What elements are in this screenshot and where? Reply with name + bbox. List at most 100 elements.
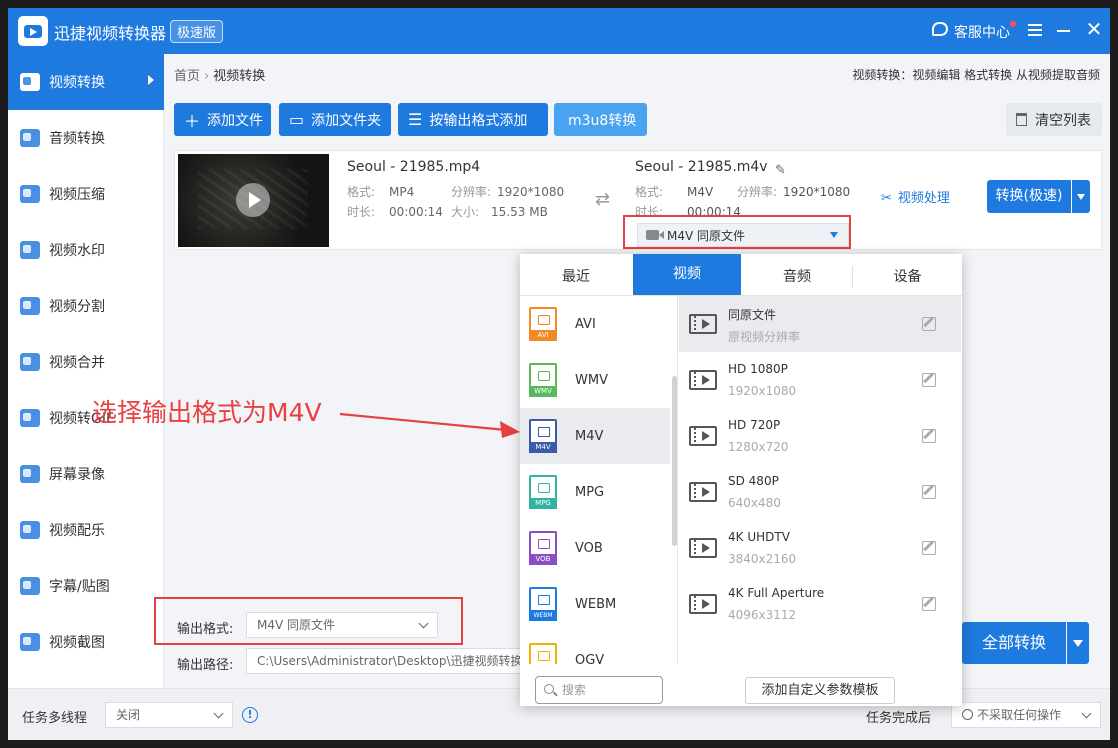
resolution-item[interactable]: HD 1080P 1920x1080 bbox=[679, 352, 961, 408]
video-split-icon bbox=[20, 297, 40, 315]
convert-all-button[interactable]: 全部转换 bbox=[962, 622, 1066, 664]
after-task-select[interactable]: 不采取任何操作 bbox=[951, 702, 1101, 728]
film-icon bbox=[689, 594, 717, 614]
format-name: WMV bbox=[575, 372, 608, 388]
add-folder-button[interactable]: ▭ 添加文件夹 bbox=[279, 103, 391, 136]
film-icon bbox=[689, 426, 717, 446]
resolution-item[interactable]: 4K Full Aperture 4096x3112 bbox=[679, 576, 961, 632]
notification-dot bbox=[1010, 21, 1016, 27]
annotation-text: 选择输出格式为M4V bbox=[92, 398, 322, 427]
sidebar-item-video-split[interactable]: 视频分割 bbox=[8, 278, 164, 334]
add-by-format-button[interactable]: ☰ 按输出格式添加 bbox=[398, 103, 548, 136]
sidebar-item-label: 视频配乐 bbox=[49, 523, 105, 539]
m3u8-convert-button[interactable]: m3u8转换 bbox=[554, 103, 647, 136]
format-item-mpg[interactable]: MPG MPG bbox=[520, 464, 670, 520]
resolution-item[interactable]: SD 480P 640x480 bbox=[679, 464, 961, 520]
tab-video[interactable]: 视频 bbox=[633, 254, 741, 295]
format-item-avi[interactable]: AVI AVI bbox=[520, 296, 670, 352]
edit-icon[interactable] bbox=[922, 541, 936, 555]
breadcrumb-separator-icon: › bbox=[204, 69, 210, 84]
convert-dropdown-button[interactable] bbox=[1072, 180, 1090, 213]
format-item-m4v[interactable]: M4V M4V bbox=[520, 408, 670, 464]
format-item-vob[interactable]: VOB VOB bbox=[520, 520, 670, 576]
tab-recent[interactable]: 最近 bbox=[520, 254, 632, 295]
format-name: VOB bbox=[575, 540, 603, 556]
res-label: 分辨率: bbox=[451, 185, 492, 199]
rename-pencil-icon[interactable]: ✎ bbox=[775, 163, 786, 178]
menu-icon[interactable] bbox=[1028, 24, 1042, 36]
plus-icon: ＋ bbox=[184, 111, 201, 131]
format-popup: 最近 视频 音频 设备 AVI AVI WMV WMV M4V M4V MPG … bbox=[520, 254, 962, 706]
sidebar-item-video-merge[interactable]: 视频合并 bbox=[8, 334, 164, 390]
resolution-name: SD 480P bbox=[728, 474, 779, 488]
resolution-name: HD 720P bbox=[728, 418, 781, 432]
source-resolution: 1920*1080 bbox=[497, 185, 565, 199]
edit-icon[interactable] bbox=[922, 373, 936, 387]
add-file-label: 添加文件 bbox=[207, 112, 264, 129]
close-icon[interactable]: ✕ bbox=[1084, 19, 1104, 39]
film-icon bbox=[689, 314, 717, 334]
sidebar-item-subtitle-sticker[interactable]: 字幕/贴图 bbox=[8, 558, 164, 614]
format-item-wmv[interactable]: WMV WMV bbox=[520, 352, 670, 408]
resolution-item[interactable]: HD 720P 1280x720 bbox=[679, 408, 961, 464]
clear-list-button[interactable]: 清空列表 bbox=[1006, 103, 1102, 136]
subtitle-icon bbox=[20, 577, 40, 595]
format-tag: M4V bbox=[529, 442, 557, 453]
sidebar-item-screen-record[interactable]: 屏幕录像 bbox=[8, 446, 164, 502]
multithread-select[interactable]: 关闭 bbox=[105, 702, 233, 728]
play-icon[interactable] bbox=[236, 183, 270, 217]
breadcrumb-home[interactable]: 首页 bbox=[174, 69, 200, 84]
wmv-file-icon: WMV bbox=[529, 363, 557, 397]
sidebar-item-video-watermark[interactable]: 视频水印 bbox=[8, 222, 164, 278]
format-name: M4V bbox=[575, 428, 604, 444]
add-file-button[interactable]: ＋ 添加文件 bbox=[174, 103, 271, 136]
sidebar-item-label: 视频合并 bbox=[49, 355, 105, 371]
tab-audio[interactable]: 音频 bbox=[742, 254, 852, 295]
edition-badge: 极速版 bbox=[170, 20, 224, 43]
resolution-item[interactable]: 4K UHDTV 3840x2160 bbox=[679, 520, 961, 576]
m3u8-label: m3u8转换 bbox=[568, 112, 637, 129]
res-label: 分辨率: bbox=[737, 185, 778, 199]
output-path-input[interactable]: C:\Users\Administrator\Desktop\迅捷视频转换 bbox=[246, 648, 536, 674]
edit-icon[interactable] bbox=[922, 485, 936, 499]
feature-links[interactable]: 视频转换：视频编辑 格式转换 从视频提取音频 bbox=[852, 66, 1100, 83]
edit-icon[interactable] bbox=[922, 317, 936, 331]
output-meta-row-1: 格式: M4V bbox=[635, 183, 713, 200]
tab-device[interactable]: 设备 bbox=[853, 254, 962, 295]
add-custom-template-button[interactable]: 添加自定义参数模板 bbox=[745, 677, 895, 704]
after-task-value: 不采取任何操作 bbox=[977, 708, 1062, 722]
chat-icon[interactable] bbox=[932, 22, 948, 36]
convert-all-dropdown-button[interactable] bbox=[1067, 622, 1089, 664]
sidebar-item-video-screenshot[interactable]: 视频截图 bbox=[8, 614, 164, 670]
edit-icon[interactable] bbox=[922, 597, 936, 611]
convert-fast-button[interactable]: 转换(极速) bbox=[987, 180, 1071, 213]
output-format-highlight-box bbox=[154, 597, 463, 645]
format-item-webm[interactable]: WEBM WEBM bbox=[520, 576, 670, 632]
format-list-scrollbar[interactable] bbox=[672, 376, 677, 546]
resolution-size: 3840x2160 bbox=[728, 552, 797, 566]
convert-arrow-icon: ⇄ bbox=[595, 189, 611, 210]
sidebar-item-video-music[interactable]: 视频配乐 bbox=[8, 502, 164, 558]
service-center-link[interactable]: 客服中心 bbox=[954, 22, 1010, 42]
video-process-link[interactable]: ✂ 视频处理 bbox=[881, 187, 950, 206]
resolution-size: 640x480 bbox=[728, 496, 781, 510]
info-icon[interactable]: ! bbox=[242, 707, 258, 723]
sidebar-item-video-convert[interactable]: 视频转换 bbox=[8, 54, 164, 110]
edit-icon[interactable] bbox=[922, 429, 936, 443]
app-window: 迅捷视频转换器 极速版 客服中心 ✕ 视频转换 音频转换 视频压缩 视频水印 视… bbox=[8, 8, 1110, 740]
video-thumbnail[interactable] bbox=[178, 154, 329, 247]
format-search-input[interactable]: 搜索 bbox=[535, 676, 663, 704]
format-label: 格式: bbox=[635, 185, 664, 199]
sidebar-item-video-compress[interactable]: 视频压缩 bbox=[8, 166, 164, 222]
screen-record-icon bbox=[20, 465, 40, 483]
resolution-item[interactable]: 同原文件 原视频分辨率 bbox=[679, 296, 961, 352]
duration-label: 时长: bbox=[347, 205, 376, 219]
minimize-icon[interactable] bbox=[1057, 30, 1070, 32]
source-res: 分辨率: 1920*1080 bbox=[451, 183, 564, 200]
format-item-ogv[interactable]: OGV OGV bbox=[520, 632, 670, 664]
breadcrumb-current: 视频转换 bbox=[213, 69, 266, 84]
mpg-file-icon: MPG bbox=[529, 475, 557, 509]
resolution-size: 原视频分辨率 bbox=[728, 330, 801, 344]
source-format: MP4 bbox=[389, 185, 415, 199]
sidebar-item-audio-convert[interactable]: 音频转换 bbox=[8, 110, 164, 166]
